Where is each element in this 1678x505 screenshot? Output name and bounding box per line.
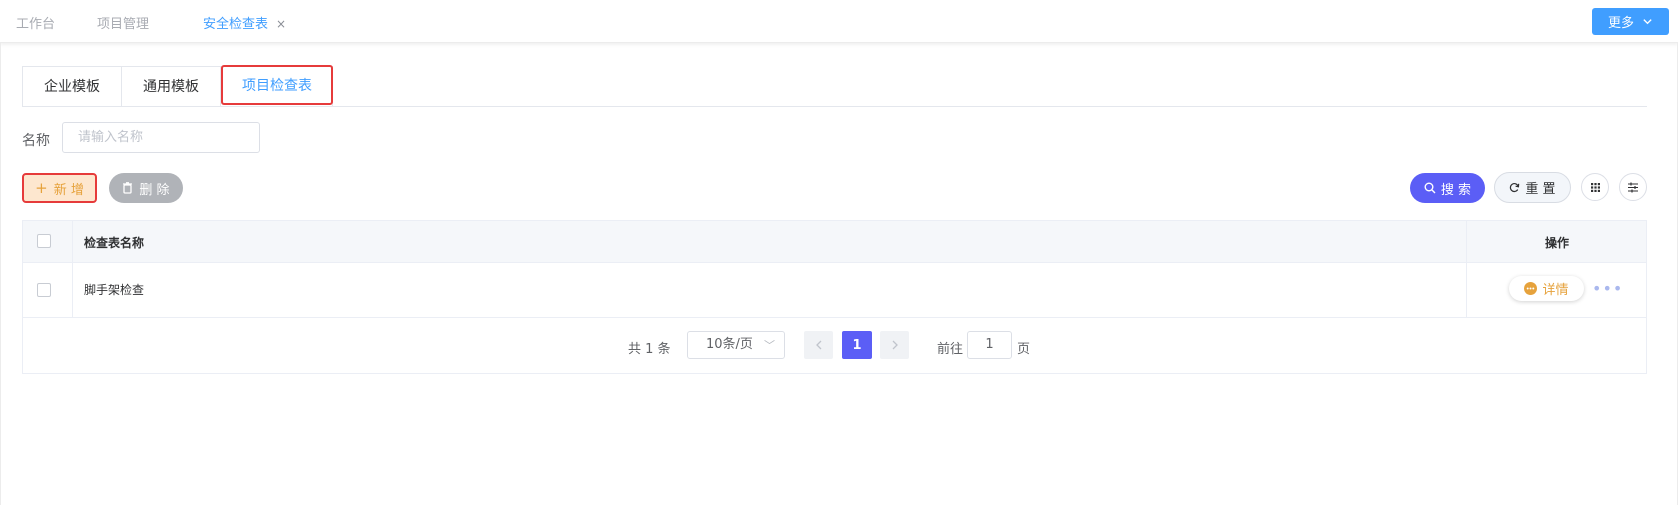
goto-page-input[interactable]: 1 xyxy=(967,331,1012,359)
content-tabs: 企业模板 通用模板 项目检查表 xyxy=(22,65,333,107)
column-grid-button[interactable] xyxy=(1581,173,1609,201)
name-search-input[interactable] xyxy=(62,122,260,153)
goto-label: 前往 xyxy=(937,342,964,357)
top-tab-project-management[interactable]: 项目管理 xyxy=(97,13,149,32)
search-icon xyxy=(1424,182,1436,194)
name-field-label: 名称 xyxy=(22,133,50,149)
pagination-total: 共 1 条 xyxy=(628,342,671,357)
chevron-down-icon xyxy=(1643,19,1652,25)
page-size-select[interactable]: 10条/页 ﹀ xyxy=(687,331,785,359)
add-button[interactable]: + 新 增 xyxy=(22,173,97,203)
top-tab-safety-checklist[interactable]: 安全检查表 × xyxy=(203,13,286,32)
table-header: 检查表名称 操作 xyxy=(23,221,1646,263)
search-button-label: 搜 索 xyxy=(1440,182,1472,198)
search-button[interactable]: 搜 索 xyxy=(1410,173,1485,203)
detail-button[interactable]: 详情 xyxy=(1509,276,1584,301)
next-page-button[interactable] xyxy=(880,331,909,359)
top-tab-label: 安全检查表 xyxy=(203,17,269,32)
add-button-label: 新 增 xyxy=(53,182,84,198)
select-all-checkbox[interactable] xyxy=(37,234,51,248)
tabs-divider xyxy=(22,106,1647,107)
tab-general-template[interactable]: 通用模板 xyxy=(122,67,221,107)
grid-icon xyxy=(1590,182,1600,192)
reset-button[interactable]: 重 置 xyxy=(1494,172,1571,203)
delete-button[interactable]: 删 除 xyxy=(109,173,183,203)
trash-icon xyxy=(123,182,133,194)
pagination: 共 1 条 10条/页 ﹀ 1 前往 1 页 xyxy=(23,331,1646,361)
row-ops-cell: 详情 ••• xyxy=(1466,262,1647,317)
row-more-actions[interactable]: ••• xyxy=(1592,279,1623,298)
chevron-down-icon: ﹀ xyxy=(764,339,775,352)
row-check-cell xyxy=(23,262,73,317)
delete-button-label: 删 除 xyxy=(139,182,170,198)
header-check-cell xyxy=(23,221,73,262)
header-ops-cell: 操作 xyxy=(1466,221,1647,262)
plus-icon: + xyxy=(35,178,48,197)
checklist-table: 检查表名称 操作 脚手架检查 详情 ••• 共 1 条 10条/页 ﹀ 1 前往… xyxy=(22,220,1647,374)
close-icon[interactable]: × xyxy=(276,17,286,31)
more-circle-icon xyxy=(1524,282,1538,295)
reset-button-label: 重 置 xyxy=(1525,182,1556,197)
column-header-name: 检查表名称 xyxy=(84,236,145,250)
top-tab-bar: 工作台 项目管理 安全检查表 × 更多 xyxy=(0,0,1678,43)
row-name-cell: 脚手架检查 xyxy=(84,283,145,297)
chevron-right-icon xyxy=(892,340,898,350)
refresh-icon xyxy=(1510,183,1520,193)
sliders-icon xyxy=(1628,182,1638,192)
chevron-left-icon xyxy=(815,340,821,350)
more-button-label: 更多 xyxy=(1607,16,1634,31)
detail-button-label: 详情 xyxy=(1542,283,1569,298)
top-tab-workbench[interactable]: 工作台 xyxy=(16,13,55,32)
current-page-button[interactable]: 1 xyxy=(842,331,872,359)
tab-enterprise-template[interactable]: 企业模板 xyxy=(23,67,122,107)
tab-project-checklist[interactable]: 项目检查表 xyxy=(221,65,333,105)
filter-settings-button[interactable] xyxy=(1619,173,1647,201)
prev-page-button[interactable] xyxy=(804,331,833,359)
page-size-value: 10条/页 xyxy=(706,337,753,352)
column-header-actions: 操作 xyxy=(1544,236,1569,250)
page-unit-label: 页 xyxy=(1017,342,1031,357)
more-button[interactable]: 更多 xyxy=(1592,8,1669,35)
table-row: 脚手架检查 详情 ••• xyxy=(23,262,1646,318)
row-checkbox[interactable] xyxy=(37,283,51,297)
